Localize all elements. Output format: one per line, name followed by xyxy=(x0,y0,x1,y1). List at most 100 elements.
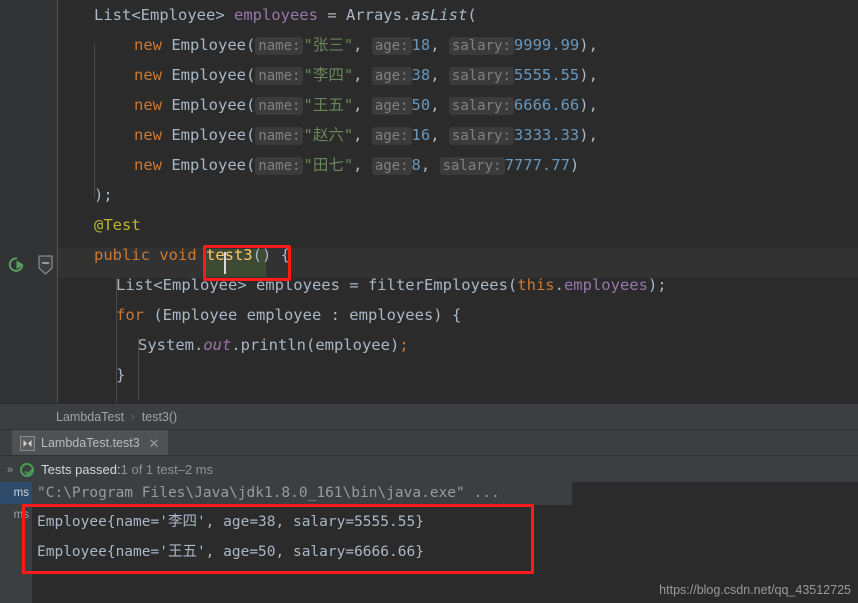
code-token: , xyxy=(430,126,449,144)
test-duration-row[interactable]: ms xyxy=(0,482,32,504)
code-line: List<Employee> employees = filterEmploye… xyxy=(58,270,667,300)
code-line: @Test xyxy=(58,210,141,240)
code-token: } xyxy=(116,366,126,384)
code-token: , xyxy=(430,66,449,84)
run-tool-window-tabbar: LambdaTest.test3 ✕ xyxy=(0,429,858,456)
code-token: age: xyxy=(371,37,412,55)
code-token: employees xyxy=(233,6,318,24)
code-token: Employee( xyxy=(171,126,256,144)
code-token: new xyxy=(134,126,172,144)
code-token: employees xyxy=(563,276,648,294)
code-token: , xyxy=(430,96,449,114)
code-token: List<Employee> employees = filterEmploye… xyxy=(116,276,518,294)
code-token: this xyxy=(517,276,555,294)
code-token: 3333.33 xyxy=(513,126,580,144)
code-token: new xyxy=(134,96,172,114)
code-token: ), xyxy=(579,66,598,84)
code-line: } xyxy=(58,360,125,390)
code-token: Employee( xyxy=(171,36,256,54)
code-token: new xyxy=(134,66,172,84)
code-token: age: xyxy=(371,127,412,145)
code-token: age: xyxy=(371,157,412,175)
code-token: (Employee employee : employees) { xyxy=(153,306,462,324)
code-token: asList xyxy=(411,6,468,24)
code-token: 50 xyxy=(411,96,431,114)
code-token: , xyxy=(353,66,372,84)
breadcrumb[interactable]: LambdaTest › test3() xyxy=(0,403,858,429)
code-token: "赵六" xyxy=(303,126,354,144)
code-token: 5555.55 xyxy=(513,66,580,84)
code-token: salary: xyxy=(448,67,514,85)
code-line: new Employee(name: "王五", age: 50, salary: 6… xyxy=(58,90,598,120)
code-token: name: xyxy=(255,37,304,55)
code-token: , xyxy=(353,36,372,54)
code-token: age: xyxy=(371,97,412,115)
code-token: Employee( xyxy=(171,96,256,114)
annotation-box-method-name xyxy=(203,245,291,281)
breadcrumb-method[interactable]: test3() xyxy=(142,410,177,424)
code-token: 6666.66 xyxy=(513,96,580,114)
code-token: @Test xyxy=(94,216,141,234)
code-token: ); xyxy=(647,276,667,294)
code-line: new Employee(name: "田七", age: 8, salary: 77… xyxy=(58,150,579,180)
console-command-line: "C:\Program Files\Java\jdk1.8.0_161\bin\… xyxy=(32,482,572,505)
code-token: "张三" xyxy=(303,36,354,54)
code-token: ) xyxy=(569,156,580,174)
test-status-bar: » Tests passed: 1 of 1 test – 2 ms xyxy=(0,455,858,483)
code-token: age: xyxy=(371,67,412,85)
code-token: salary: xyxy=(448,97,514,115)
code-line: new Employee(name: "张三", age: 18, salary: 9… xyxy=(58,30,598,60)
code-token: 7777.77 xyxy=(504,156,570,174)
status-dash: – xyxy=(177,462,185,477)
code-line: new Employee(name: "李四", age: 38, salary: 5… xyxy=(58,60,598,90)
code-editor[interactable]: List<Employee> employees = Arrays.asList… xyxy=(0,0,858,403)
code-token: "田七" xyxy=(303,156,354,174)
code-token: salary: xyxy=(448,37,514,55)
code-token: ), xyxy=(579,96,598,114)
code-token: .println(employee) xyxy=(231,336,400,354)
code-token: = Arrays. xyxy=(317,6,412,24)
code-token: new xyxy=(134,36,172,54)
code-token: for xyxy=(116,306,154,324)
code-token: name: xyxy=(255,67,304,85)
breadcrumb-class[interactable]: LambdaTest xyxy=(56,410,124,424)
code-token: ), xyxy=(579,126,598,144)
tests-passed-check-icon xyxy=(20,462,35,477)
code-line: System.out.println(employee); xyxy=(58,330,409,360)
code-line: new Employee(name: "赵六", age: 16, salary: 3… xyxy=(58,120,598,150)
code-token: public void xyxy=(94,246,206,264)
code-token: System. xyxy=(138,336,204,354)
watermark: https://blog.csdn.net/qq_43512725 xyxy=(659,583,851,597)
tab-lambdatest-test3[interactable]: LambdaTest.test3 ✕ xyxy=(12,430,168,456)
code-token: out xyxy=(203,336,232,354)
editor-text-area[interactable]: List<Employee> employees = Arrays.asList… xyxy=(58,0,858,403)
tab-label: LambdaTest.test3 xyxy=(41,436,140,450)
code-token: "李四" xyxy=(303,66,354,84)
rerun-test-icon xyxy=(20,435,35,451)
code-token: name: xyxy=(255,127,304,145)
code-token: ( xyxy=(467,6,477,24)
status-prefix: Tests passed: xyxy=(41,462,121,477)
code-line: ); xyxy=(58,180,113,210)
code-token: salary: xyxy=(448,127,514,145)
intellij-idea-window: List<Employee> employees = Arrays.asList… xyxy=(0,0,858,603)
code-token: List<Employee> xyxy=(94,6,234,24)
code-token: salary: xyxy=(439,157,505,175)
run-test-gutter-icon[interactable] xyxy=(4,253,28,277)
code-token: 9999.99 xyxy=(513,36,580,54)
code-token: , xyxy=(353,96,372,114)
code-fold-collapse-icon[interactable] xyxy=(36,255,55,277)
code-token: 16 xyxy=(411,126,431,144)
status-duration: 2 ms xyxy=(184,462,214,477)
close-icon[interactable]: ✕ xyxy=(149,437,160,450)
code-token: ), xyxy=(579,36,598,54)
editor-gutter[interactable] xyxy=(0,0,58,403)
code-line: List<Employee> employees = Arrays.asList… xyxy=(58,0,477,30)
code-token: 38 xyxy=(411,66,431,84)
code-token: ); xyxy=(94,186,113,204)
code-token: , xyxy=(430,36,449,54)
status-count: 1 of 1 test xyxy=(120,462,178,477)
code-token: name: xyxy=(255,97,304,115)
expand-chevrons-icon[interactable]: » xyxy=(7,464,13,476)
code-token: name: xyxy=(255,157,304,175)
